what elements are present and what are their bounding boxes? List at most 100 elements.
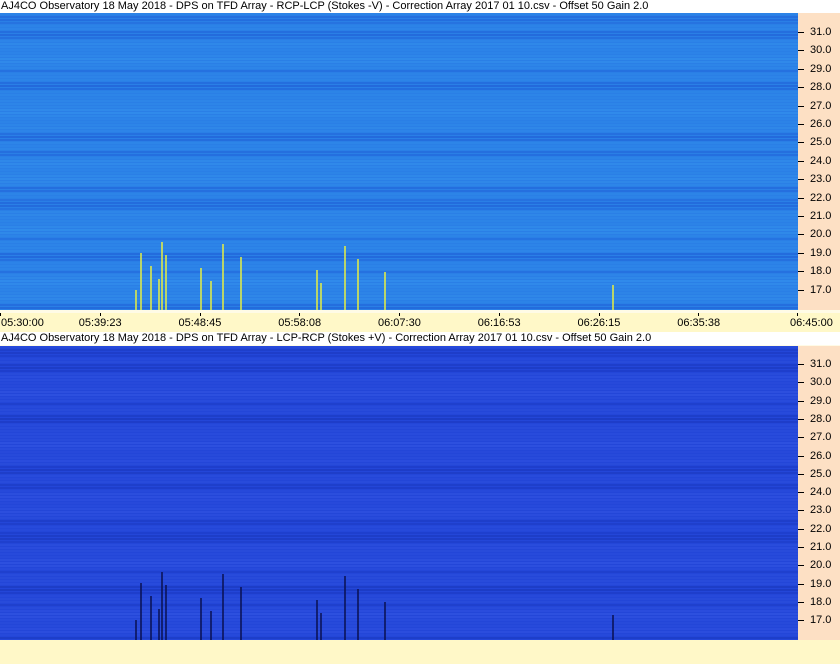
burst-streak bbox=[320, 613, 322, 640]
frequency-top-tick-label: 17.0 bbox=[810, 283, 832, 296]
frequency-top-tick bbox=[798, 271, 804, 273]
burst-streak bbox=[240, 587, 242, 640]
frequency-bottom-tick bbox=[798, 510, 804, 512]
burst-streak bbox=[384, 602, 386, 640]
time-label: 05:39:23 bbox=[78, 317, 122, 329]
frequency-top-tick bbox=[798, 32, 804, 33]
frequency-bottom-tick bbox=[798, 528, 804, 530]
frequency-bottom-tick-label: 28.0 bbox=[810, 412, 832, 425]
burst-streak bbox=[316, 270, 318, 310]
frequency-top-tick-label: 28.0 bbox=[810, 81, 832, 94]
burst-streak bbox=[140, 583, 142, 640]
frequency-bottom-tick bbox=[798, 547, 804, 548]
frequency-bottom-tick-label: 19.0 bbox=[810, 577, 832, 590]
frequency-top-tick bbox=[798, 252, 804, 254]
time-label: 05:58:08 bbox=[278, 317, 322, 329]
burst-streak bbox=[135, 620, 137, 640]
burst-streak bbox=[210, 281, 212, 310]
spectrogram-bottom[interactable] bbox=[0, 346, 798, 640]
burst-streak bbox=[612, 615, 614, 640]
frequency-top-tick-label: 18.0 bbox=[810, 265, 832, 278]
time-label: 06:07:30 bbox=[378, 317, 421, 329]
frequency-bottom-tick-label: 22.0 bbox=[810, 522, 832, 535]
frequency-bottom-tick-label: 25.0 bbox=[810, 467, 832, 480]
frequency-top-tick bbox=[798, 124, 804, 125]
frequency-bottom-tick bbox=[798, 583, 804, 585]
frequency-bottom-tick bbox=[798, 601, 804, 603]
frequency-top-tick-label: 30.0 bbox=[810, 44, 832, 57]
frequency-bottom-tick-label: 30.0 bbox=[810, 376, 832, 389]
status-bar bbox=[0, 640, 840, 664]
time-label: 05:48:45 bbox=[178, 317, 222, 329]
frequency-top-tick bbox=[798, 50, 804, 52]
spectrogram-title-bottom: AJ4CO Observatory 18 May 2018 - DPS on T… bbox=[0, 332, 840, 345]
burst-streak bbox=[158, 279, 160, 310]
frequency-top-tick-label: 20.0 bbox=[810, 228, 832, 241]
burst-streak bbox=[158, 609, 160, 640]
frequency-bottom-tick-label: 31.0 bbox=[810, 358, 832, 370]
time-label: 05:30:00 bbox=[1, 317, 44, 329]
time-tick bbox=[598, 313, 600, 316]
frequency-top-tick bbox=[798, 105, 804, 107]
burst-streak bbox=[161, 572, 163, 640]
frequency-top-tick-label: 29.0 bbox=[810, 62, 832, 75]
frequency-top-tick-label: 25.0 bbox=[810, 136, 832, 149]
frequency-top-tick bbox=[798, 68, 804, 70]
frequency-bottom-tick-label: 20.0 bbox=[810, 559, 832, 572]
frequency-top-tick bbox=[798, 142, 804, 144]
frequency-top-tick-label: 22.0 bbox=[810, 191, 832, 204]
frequency-bottom-tick bbox=[798, 455, 804, 457]
time-tick bbox=[299, 313, 301, 316]
time-tick bbox=[498, 313, 500, 316]
time-label: 06:35:38 bbox=[677, 317, 721, 329]
frequency-bottom-tick-label: 27.0 bbox=[810, 431, 832, 444]
frequency-top-tick bbox=[798, 160, 804, 162]
frequency-top-tick-label: 27.0 bbox=[810, 99, 832, 112]
time-tick bbox=[698, 313, 700, 316]
spectrogram-top-image bbox=[0, 13, 798, 310]
burst-streak bbox=[150, 596, 152, 640]
time-label: 06:16:53 bbox=[477, 317, 521, 329]
burst-streak bbox=[357, 259, 359, 310]
burst-streak bbox=[612, 285, 614, 310]
frequency-bottom-tick bbox=[798, 565, 804, 567]
frequency-axis-top: 31.0 30.0 29.0 28.0 27.0 26.0 25.0 24.0 23.0 22.0… bbox=[798, 13, 840, 310]
frequency-bottom-tick-label: 23.0 bbox=[810, 504, 832, 517]
frequency-bottom-tick-label: 17.0 bbox=[810, 614, 832, 627]
frequency-top-tick bbox=[798, 179, 804, 181]
frequency-axis-bottom: 31.0 30.0 29.0 28.0 27.0 26.0 25.0 24.0 23.0 22.0… bbox=[798, 346, 840, 640]
time-tick bbox=[99, 313, 101, 316]
burst-streak bbox=[240, 257, 242, 310]
time-tick bbox=[399, 313, 400, 316]
frequency-bottom-tick-label: 21.0 bbox=[810, 541, 832, 553]
time-label: 06:26:15 bbox=[577, 317, 621, 329]
burst-streak bbox=[200, 268, 202, 310]
burst-streak bbox=[320, 283, 322, 310]
frequency-top-tick-label: 24.0 bbox=[810, 154, 832, 167]
frequency-bottom-tick-label: 24.0 bbox=[810, 486, 832, 499]
burst-streak bbox=[344, 576, 346, 640]
frequency-bottom-tick bbox=[798, 620, 804, 622]
time-axis: 05:30:00 05:39:23 05:48:45 05:58:08 06:07:30… bbox=[0, 313, 840, 332]
burst-streak bbox=[222, 574, 224, 640]
time-tick bbox=[0, 313, 1, 316]
frequency-bottom-tick bbox=[798, 492, 804, 494]
spectrogram-top[interactable] bbox=[0, 13, 798, 310]
spectrogram-bottom-image bbox=[0, 346, 798, 640]
burst-streak bbox=[384, 272, 386, 310]
frequency-top-tick bbox=[798, 289, 804, 291]
burst-streak bbox=[200, 598, 202, 640]
burst-streak bbox=[316, 600, 318, 640]
burst-streak bbox=[344, 246, 346, 310]
burst-streak bbox=[210, 611, 212, 640]
frequency-top-tick bbox=[798, 197, 804, 199]
burst-streak bbox=[161, 242, 163, 310]
burst-streak bbox=[135, 290, 137, 310]
burst-streak bbox=[140, 253, 142, 310]
frequency-bottom-tick bbox=[798, 473, 804, 475]
frequency-bottom-tick bbox=[798, 382, 804, 384]
frequency-bottom-tick-label: 29.0 bbox=[810, 394, 832, 407]
frequency-top-tick bbox=[798, 216, 804, 217]
time-tick bbox=[199, 313, 201, 316]
burst-streak bbox=[357, 589, 359, 640]
